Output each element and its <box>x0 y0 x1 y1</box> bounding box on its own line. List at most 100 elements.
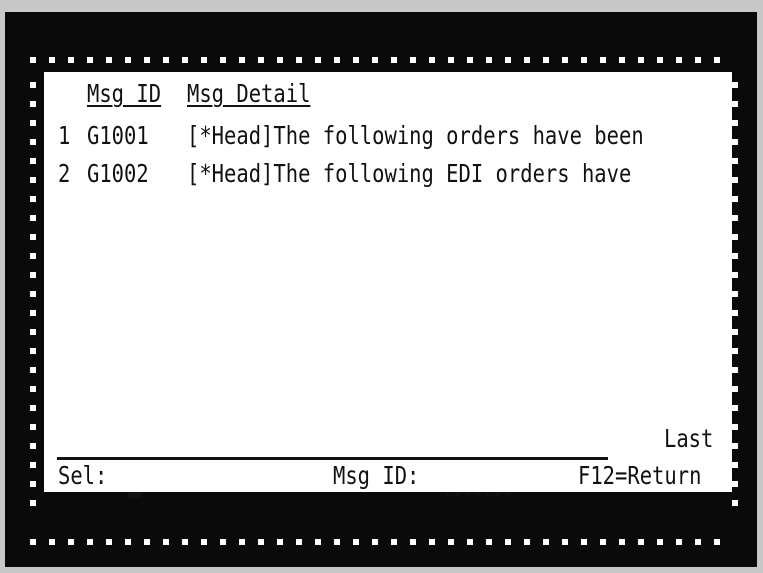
border-dot <box>638 57 644 63</box>
border-dot <box>182 539 188 545</box>
border-dot <box>353 539 359 545</box>
border-dot <box>315 539 321 545</box>
border-dot <box>505 539 511 545</box>
border-dot <box>732 120 738 126</box>
border-dot <box>429 57 435 63</box>
border-dot <box>524 57 530 63</box>
col-header-msg-detail: Msg Detail <box>187 79 311 108</box>
border-dot <box>239 539 245 545</box>
border-dot <box>391 539 397 545</box>
border-dot <box>30 120 36 126</box>
border-dot <box>410 539 416 545</box>
border-dot <box>486 539 492 545</box>
f12-return-key[interactable]: F12=Return <box>578 462 701 490</box>
border-dot <box>714 57 720 63</box>
border-dot <box>467 57 473 63</box>
border-dot <box>30 177 36 183</box>
text-cursor <box>128 492 142 498</box>
border-dot <box>296 539 302 545</box>
border-dot <box>144 539 150 545</box>
border-dot <box>543 539 549 545</box>
border-dot <box>220 57 226 63</box>
border-dot <box>732 272 738 278</box>
border-dot <box>125 57 131 63</box>
border-dot <box>353 57 359 63</box>
border-dot <box>372 57 378 63</box>
border-dot <box>732 348 738 354</box>
border-dot <box>732 310 738 316</box>
border-dot <box>30 348 36 354</box>
border-dot <box>619 57 625 63</box>
border-dot <box>30 196 36 202</box>
border-dot <box>87 539 93 545</box>
border-dot <box>619 539 625 545</box>
footer-divider <box>57 457 608 460</box>
border-dot <box>524 539 530 545</box>
border-dot <box>30 481 36 487</box>
border-dot <box>30 539 36 545</box>
last-page-indicator: Last <box>664 424 714 453</box>
border-dot <box>49 539 55 545</box>
border-dot <box>695 57 701 63</box>
border-dot <box>125 539 131 545</box>
msgid-input[interactable] <box>446 484 526 498</box>
border-dot <box>581 57 587 63</box>
border-dot <box>732 424 738 430</box>
border-dot <box>676 57 682 63</box>
border-dot <box>87 57 93 63</box>
border-dot <box>334 539 340 545</box>
border-dot <box>657 57 663 63</box>
border-dot <box>448 539 454 545</box>
border-dot <box>30 462 36 468</box>
border-dot <box>30 329 36 335</box>
border-dot <box>30 291 36 297</box>
border-dot <box>258 539 264 545</box>
border-dot <box>562 57 568 63</box>
border-dot <box>315 57 321 63</box>
border-dot <box>732 386 738 392</box>
row-msg-detail: [*Head]The following EDI orders have <box>187 159 632 188</box>
border-dot <box>448 57 454 63</box>
border-dot <box>30 57 36 63</box>
border-dot <box>505 57 511 63</box>
border-dot <box>144 57 150 63</box>
border-dot <box>30 367 36 373</box>
border-dot <box>201 539 207 545</box>
border-dot <box>30 272 36 278</box>
border-dot <box>334 57 340 63</box>
border-dot <box>732 139 738 145</box>
border-dot <box>732 177 738 183</box>
border-dot <box>68 539 74 545</box>
border-dot <box>30 443 36 449</box>
border-dot <box>581 539 587 545</box>
border-dot <box>30 424 36 430</box>
border-dot <box>30 310 36 316</box>
border-dot <box>732 291 738 297</box>
border-dot <box>657 539 663 545</box>
border-dot <box>486 57 492 63</box>
row-number: 2 <box>58 159 71 188</box>
border-dot <box>543 57 549 63</box>
border-dot <box>732 481 738 487</box>
border-dot <box>163 57 169 63</box>
border-dot <box>30 500 36 506</box>
border-dot <box>732 234 738 240</box>
border-dot <box>220 539 226 545</box>
border-dot <box>732 158 738 164</box>
border-dot <box>30 386 36 392</box>
border-dot <box>732 215 738 221</box>
border-dot <box>732 101 738 107</box>
border-dot <box>714 539 720 545</box>
border-dot <box>277 539 283 545</box>
border-dot <box>30 234 36 240</box>
border-dot <box>106 57 112 63</box>
border-dot <box>182 57 188 63</box>
border-dot <box>600 539 606 545</box>
border-dot <box>732 82 738 88</box>
border-dot <box>163 539 169 545</box>
sel-label: Sel: <box>58 461 108 490</box>
border-dot <box>638 539 644 545</box>
border-dot <box>277 57 283 63</box>
border-dot <box>467 539 473 545</box>
border-dot <box>562 539 568 545</box>
